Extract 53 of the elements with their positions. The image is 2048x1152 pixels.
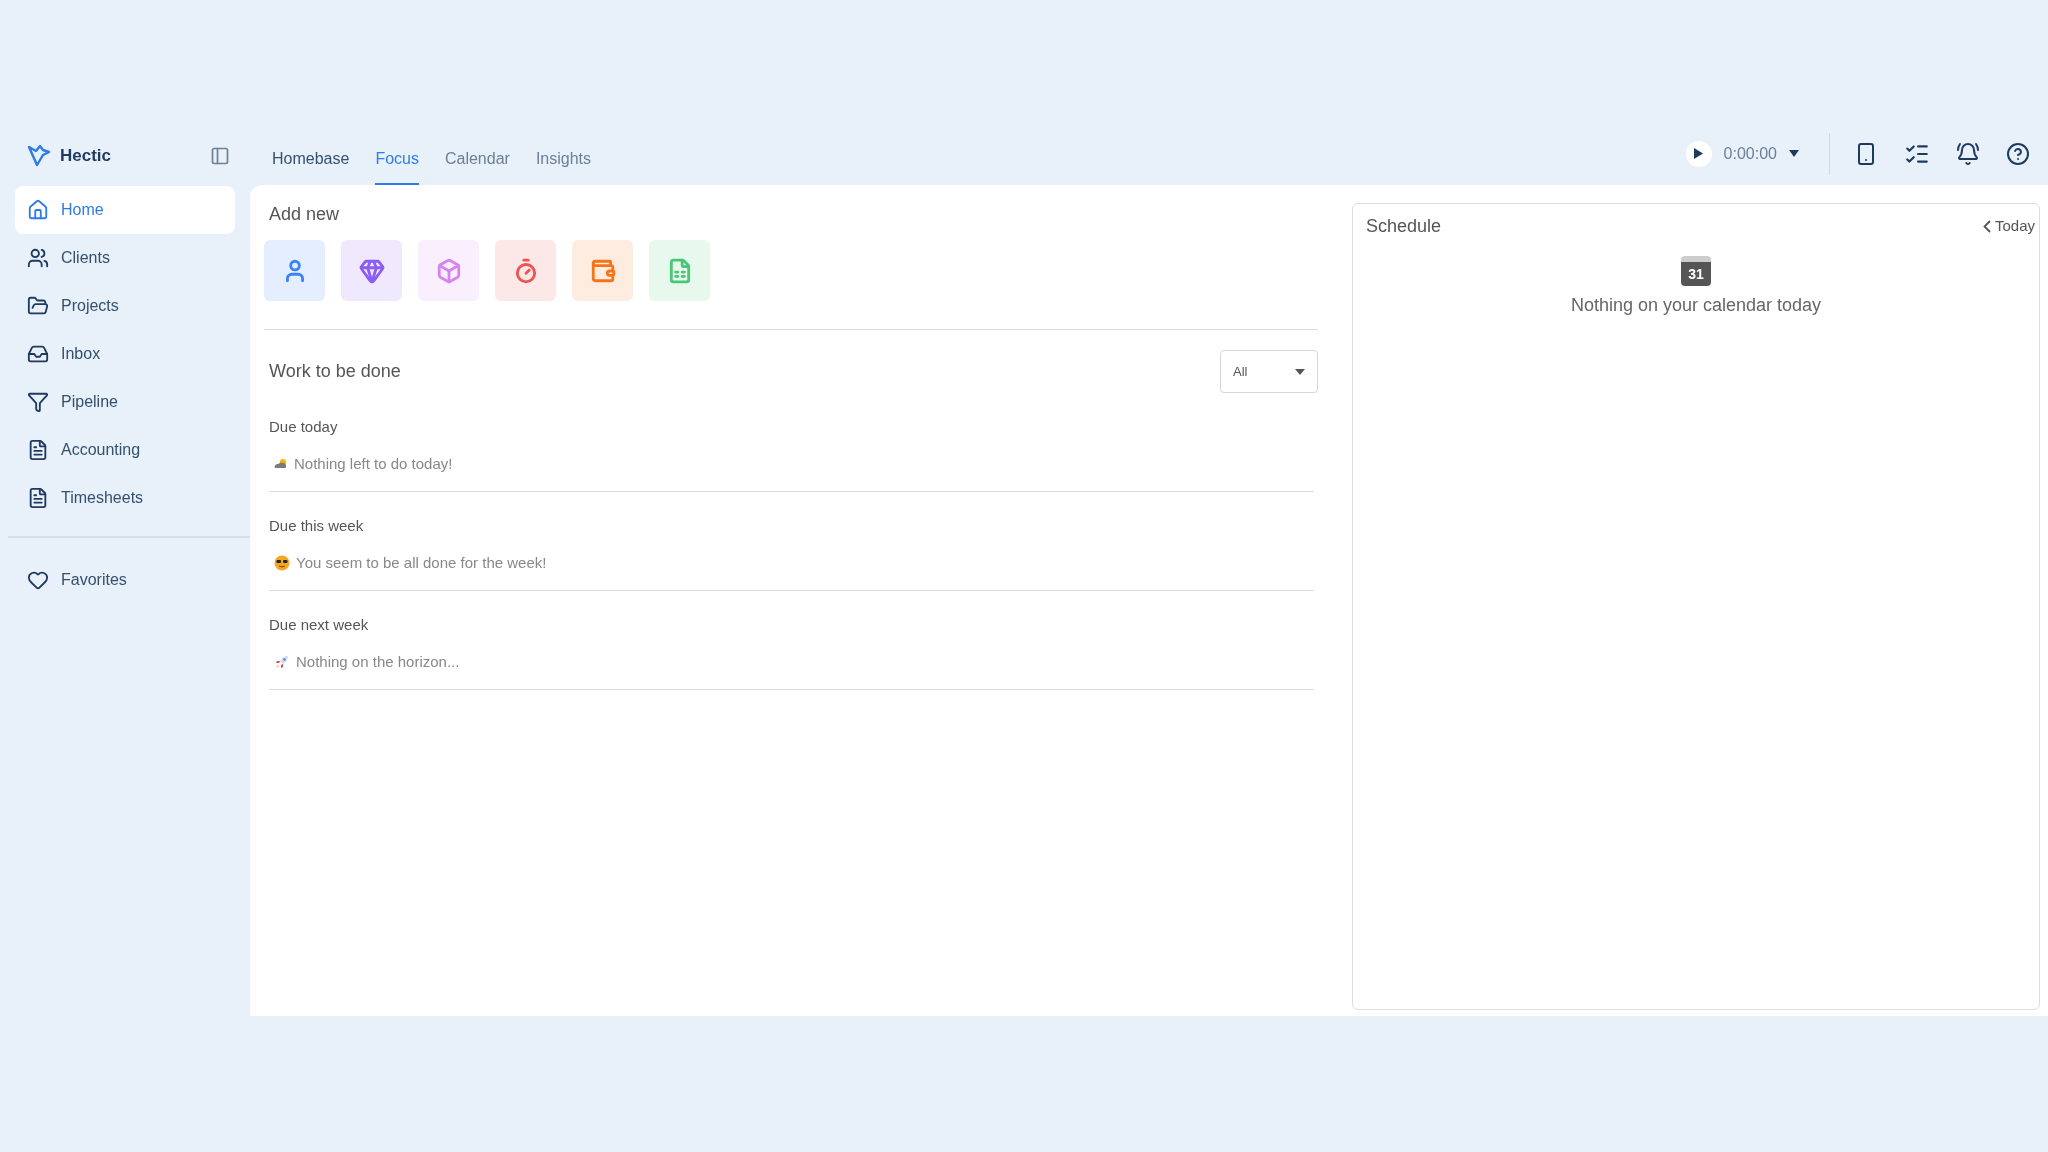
- group-heading: Due today: [269, 417, 339, 437]
- cloud-icon: [274, 457, 288, 470]
- today-button[interactable]: Today: [1982, 214, 2035, 238]
- sidebar-item[interactable]: Projects: [15, 282, 235, 330]
- funnel-icon: [27, 391, 49, 413]
- add-new-button[interactable]: [264, 240, 325, 301]
- rocket-icon: [274, 653, 290, 670]
- sidebar-item[interactable]: Inbox: [15, 330, 235, 378]
- document-icon: [27, 439, 49, 461]
- sunglasses-face-icon: [274, 554, 290, 571]
- add-new-button[interactable]: [649, 240, 710, 301]
- section-title: Add new: [268, 203, 341, 226]
- group-heading: Due this week: [269, 516, 365, 536]
- empty-message: Nothing on the horizon...: [296, 651, 460, 672]
- sidebar-item[interactable]: Pipeline: [15, 378, 235, 426]
- sidebar-item[interactable]: Favorites: [15, 556, 235, 604]
- people-icon: [27, 247, 49, 269]
- sidebar-item[interactable]: Home: [15, 186, 235, 234]
- sidebar-item[interactable]: Clients: [15, 234, 235, 282]
- add-new-button[interactable]: [341, 240, 402, 301]
- heart-icon: [27, 569, 49, 591]
- play-icon: [1694, 148, 1704, 159]
- add-new-button[interactable]: [572, 240, 633, 301]
- section-title: Work to be done: [269, 360, 401, 383]
- chevron-left-icon: [1982, 219, 1991, 233]
- add-new-button[interactable]: [495, 240, 556, 301]
- nav-tab[interactable]: Calendar: [444, 147, 510, 185]
- empty-message: You seem to be all done for the week!: [296, 552, 547, 573]
- schedule-title: Schedule: [1366, 214, 1442, 238]
- calendar-icon: 31: [1681, 256, 1711, 286]
- play-button[interactable]: [1685, 140, 1712, 167]
- sidebar-item[interactable]: Accounting: [15, 426, 235, 474]
- caret-icon: [1295, 368, 1305, 375]
- timer-time: 0:00:00: [1723, 143, 1777, 164]
- list-document-icon: [27, 487, 49, 509]
- home-icon: [27, 199, 49, 221]
- nav-tab[interactable]: Homebase: [272, 147, 350, 185]
- empty-message: Nothing on your calendar today: [1570, 294, 1822, 317]
- nav-tab[interactable]: Insights: [535, 147, 592, 185]
- filter-dropdown[interactable]: All: [1220, 350, 1318, 393]
- folder-icon: [27, 295, 49, 317]
- sidebar-toggle-icon[interactable]: [210, 146, 230, 166]
- bird-logo-icon: [26, 144, 52, 168]
- brand-name: Hectic: [60, 145, 112, 168]
- help-icon[interactable]: [2006, 141, 2030, 166]
- sidebar-item[interactable]: Timesheets: [15, 474, 235, 522]
- caret-icon: [1789, 150, 1799, 157]
- group-heading: Due next week: [269, 615, 370, 635]
- notification-bell-icon[interactable]: [1956, 141, 1980, 166]
- empty-message: Nothing left to do today!: [294, 453, 453, 474]
- inbox-icon: [27, 343, 49, 365]
- timer-control[interactable]: 0:00:00: [1685, 140, 1815, 167]
- add-new-button[interactable]: [418, 240, 479, 301]
